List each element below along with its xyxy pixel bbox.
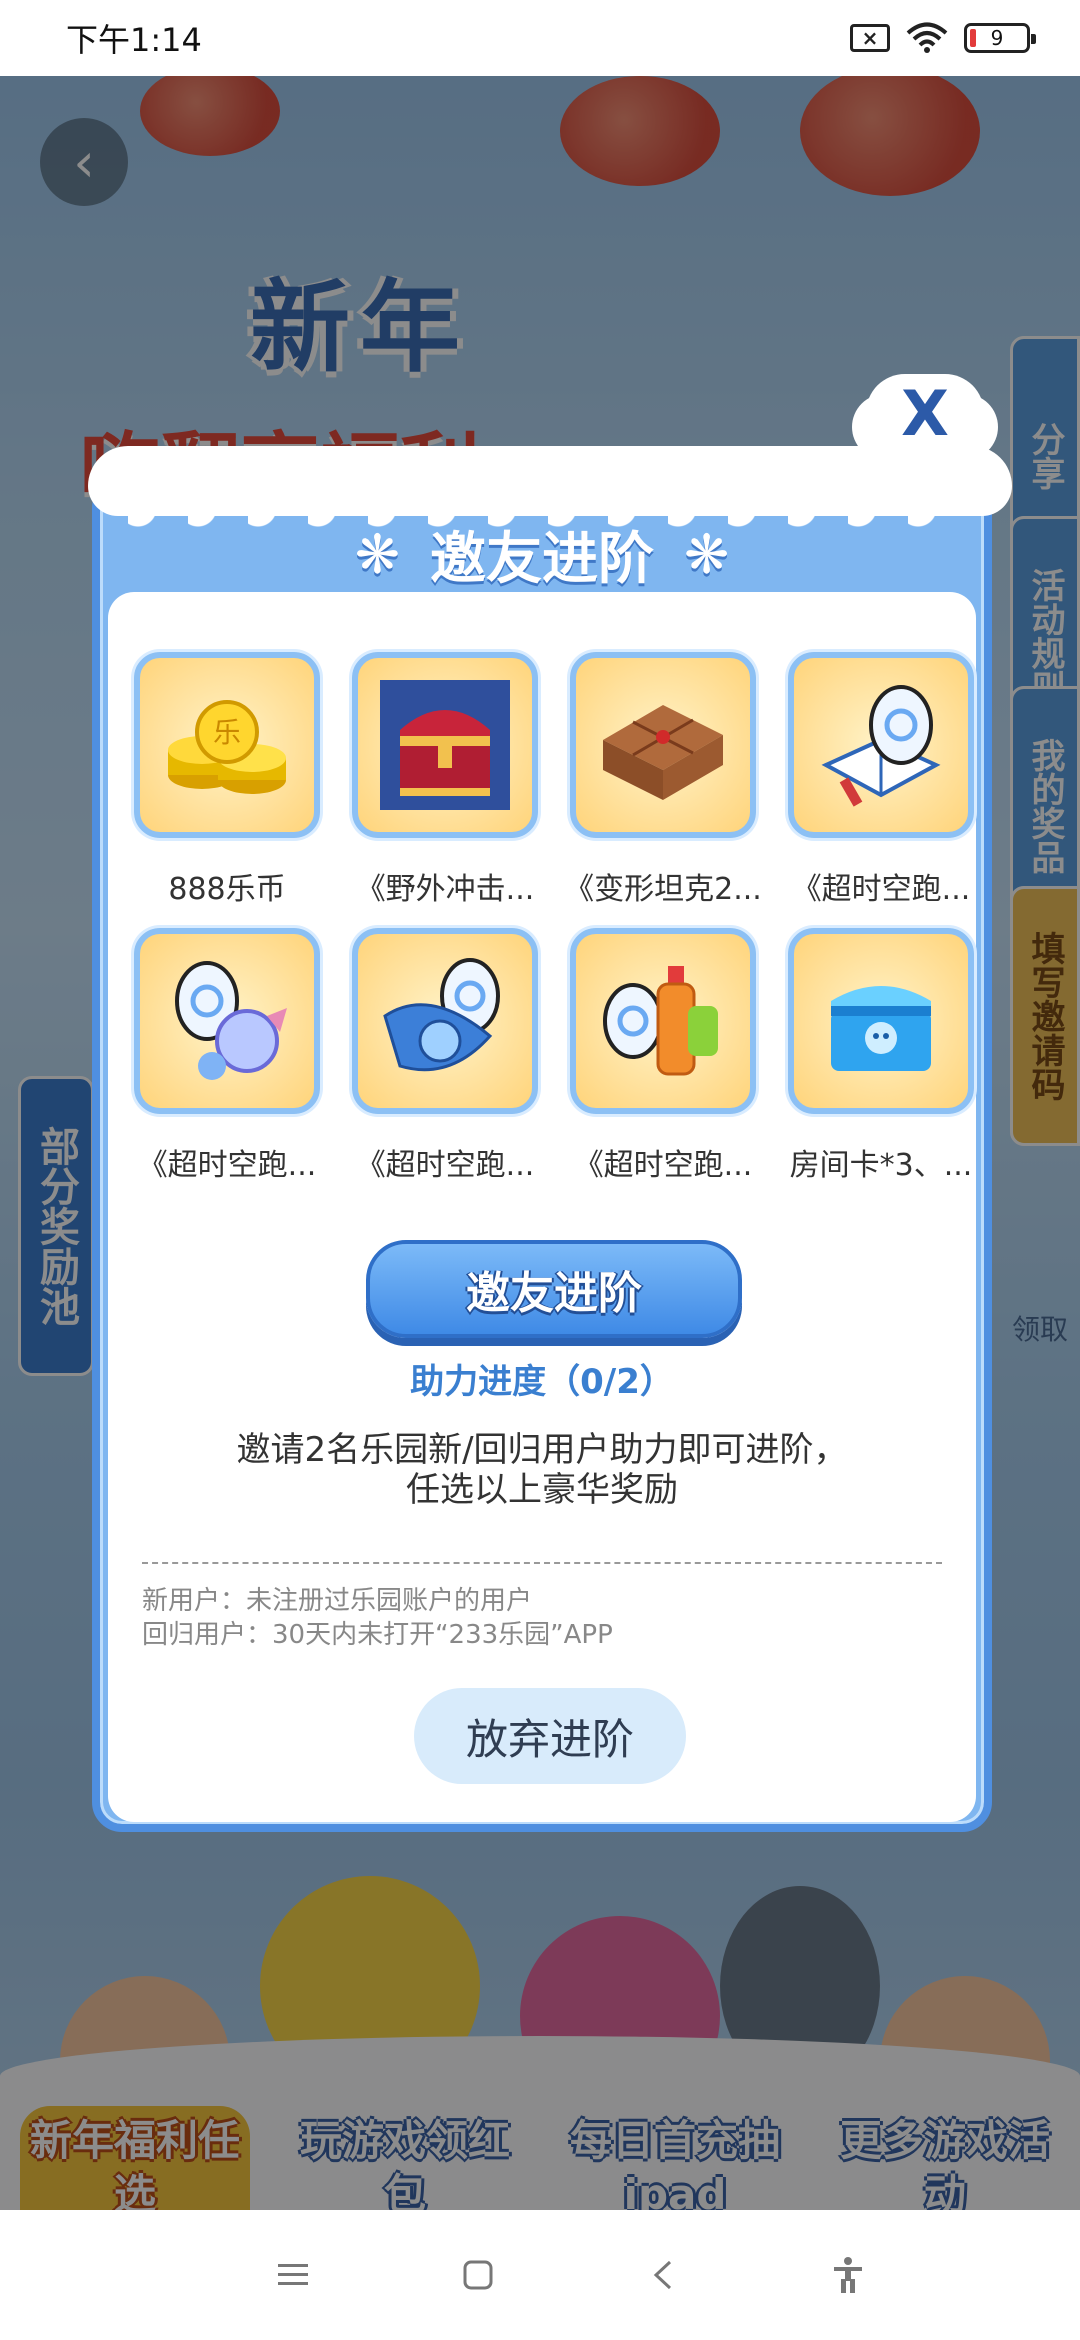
note-new-user: 新用户：未注册过乐园账户的用户: [142, 1586, 533, 1616]
reward-label: 《超时空跑...: [573, 1148, 753, 1183]
status-time: 下午1:14: [66, 21, 202, 59]
battery-level: 9: [990, 26, 1004, 50]
reward-label: 《超时空跑...: [355, 1148, 535, 1183]
assist-progress: 助力进度（0/2）: [410, 1362, 674, 1402]
svg-text:乐: 乐: [213, 716, 241, 749]
invite-upgrade-modal: ❋ 邀友进阶 ❋ 乐 888乐币 《野外冲击... 《变形坦克2... 《超时空…: [88, 446, 1012, 1832]
invite-upgrade-button[interactable]: 邀友进阶: [366, 1240, 742, 1338]
modal-panel: 乐 888乐币 《野外冲击... 《变形坦克2... 《超时空跑... 《超时空…: [108, 592, 976, 1822]
description-line: 任选以上豪华奖励: [406, 1470, 678, 1510]
dashed-divider: [142, 1562, 942, 1564]
status-icons: × 9: [850, 22, 1036, 54]
egg-bottle-icon: [570, 928, 756, 1114]
reward-item[interactable]: 《超时空跑...: [564, 928, 762, 1190]
reward-grid: 乐 888乐币 《野外冲击... 《变形坦克2... 《超时空跑... 《超时空…: [128, 652, 974, 1190]
menu-icon[interactable]: [263, 2245, 323, 2305]
close-icon: X: [901, 376, 949, 450]
reward-label: 《超时空跑...: [791, 872, 971, 907]
egg-orb-icon: [352, 928, 538, 1114]
invite-description: 邀请2名乐园新/回归用户助力即可进阶， 任选以上豪华奖励: [108, 1430, 976, 1510]
reward-item[interactable]: 《超时空跑...: [128, 928, 326, 1190]
battery-icon: 9: [964, 23, 1036, 53]
note-returning-user: 回归用户：30天内未打开“233乐园”APP: [142, 1620, 613, 1650]
modal-title-row: ❋ 邀友进阶 ❋: [100, 514, 984, 595]
reward-item[interactable]: 《野外冲击...: [346, 652, 544, 914]
blue-box-icon: [788, 928, 974, 1114]
reward-label: 《变形坦克2...: [564, 872, 762, 907]
user-definition-note: 新用户：未注册过乐园账户的用户 回归用户：30天内未打开“233乐园”APP: [142, 1584, 613, 1652]
reward-label: 房间卡*3、...: [789, 1148, 973, 1183]
wifi-icon: [906, 22, 948, 53]
system-nav-bar: [0, 2210, 1080, 2340]
reward-label: 《超时空跑...: [137, 1148, 317, 1183]
give-up-button[interactable]: 放弃进阶: [414, 1688, 686, 1784]
gift-box-icon: [570, 652, 756, 838]
home-icon[interactable]: [448, 2245, 508, 2305]
reward-item[interactable]: 房间卡*3、...: [782, 928, 980, 1190]
no-sim-icon: ×: [850, 24, 890, 52]
reward-label: 《野外冲击...: [355, 872, 535, 907]
snowflake-icon: ❋: [354, 523, 400, 586]
accessibility-icon[interactable]: [818, 2245, 878, 2305]
status-bar: 下午1:14 × 9: [0, 0, 1080, 76]
reward-item[interactable]: 《变形坦克2...: [564, 652, 762, 914]
egg-book-icon: [788, 652, 974, 838]
snowflake-icon: ❋: [684, 523, 730, 586]
reward-item[interactable]: 乐 888乐币: [128, 652, 326, 914]
back-nav-icon[interactable]: [633, 2245, 693, 2305]
coins-icon: 乐: [134, 652, 320, 838]
treasure-chest-icon: [352, 652, 538, 838]
close-button[interactable]: X: [866, 374, 984, 452]
snow-cap-decoration: [88, 446, 1012, 538]
modal-title: 邀友进阶: [430, 527, 654, 592]
reward-item[interactable]: 《超时空跑...: [346, 928, 544, 1190]
description-line: 邀请2名乐园新/回归用户助力即可进阶，: [236, 1430, 848, 1470]
reward-label: 888乐币: [168, 872, 286, 907]
egg-potion-icon: [134, 928, 320, 1114]
reward-item[interactable]: 《超时空跑...: [782, 652, 980, 914]
